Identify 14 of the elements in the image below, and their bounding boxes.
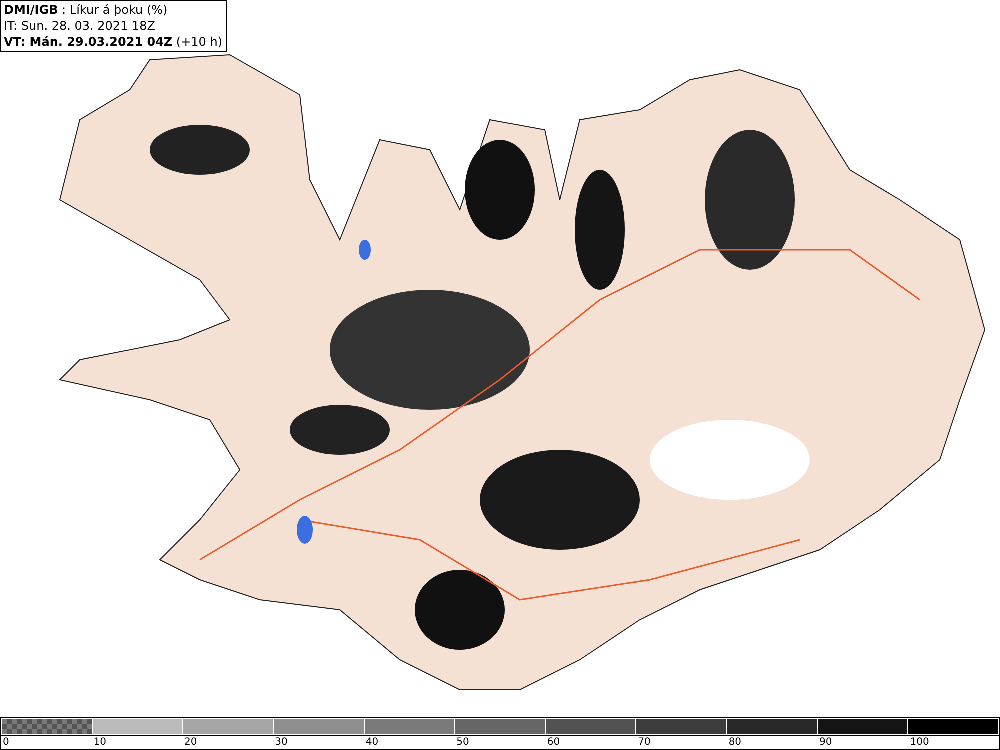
scale-label: 20 — [183, 736, 198, 749]
info-line: IT: Sun. 28. 03. 2021 18Z — [4, 18, 157, 34]
scale-label: 0 — [2, 736, 10, 749]
scale-label: 80 — [728, 736, 743, 749]
scale-label: 30 — [274, 736, 289, 749]
info-line: DMI/IGB : Líkur á þoku (%) — [4, 2, 169, 18]
info-line: VT: Mán. 29.03.2021 04Z (+10 h) — [4, 34, 223, 50]
scale-label: 50 — [456, 736, 470, 749]
scale-label: 10 — [92, 736, 108, 749]
scale-label: 40 — [364, 736, 380, 749]
scale-label: 90 — [818, 736, 834, 749]
scale-label: 100 — [909, 736, 930, 749]
scale-label: 70 — [637, 736, 652, 749]
scale-label: 60 — [546, 736, 562, 749]
